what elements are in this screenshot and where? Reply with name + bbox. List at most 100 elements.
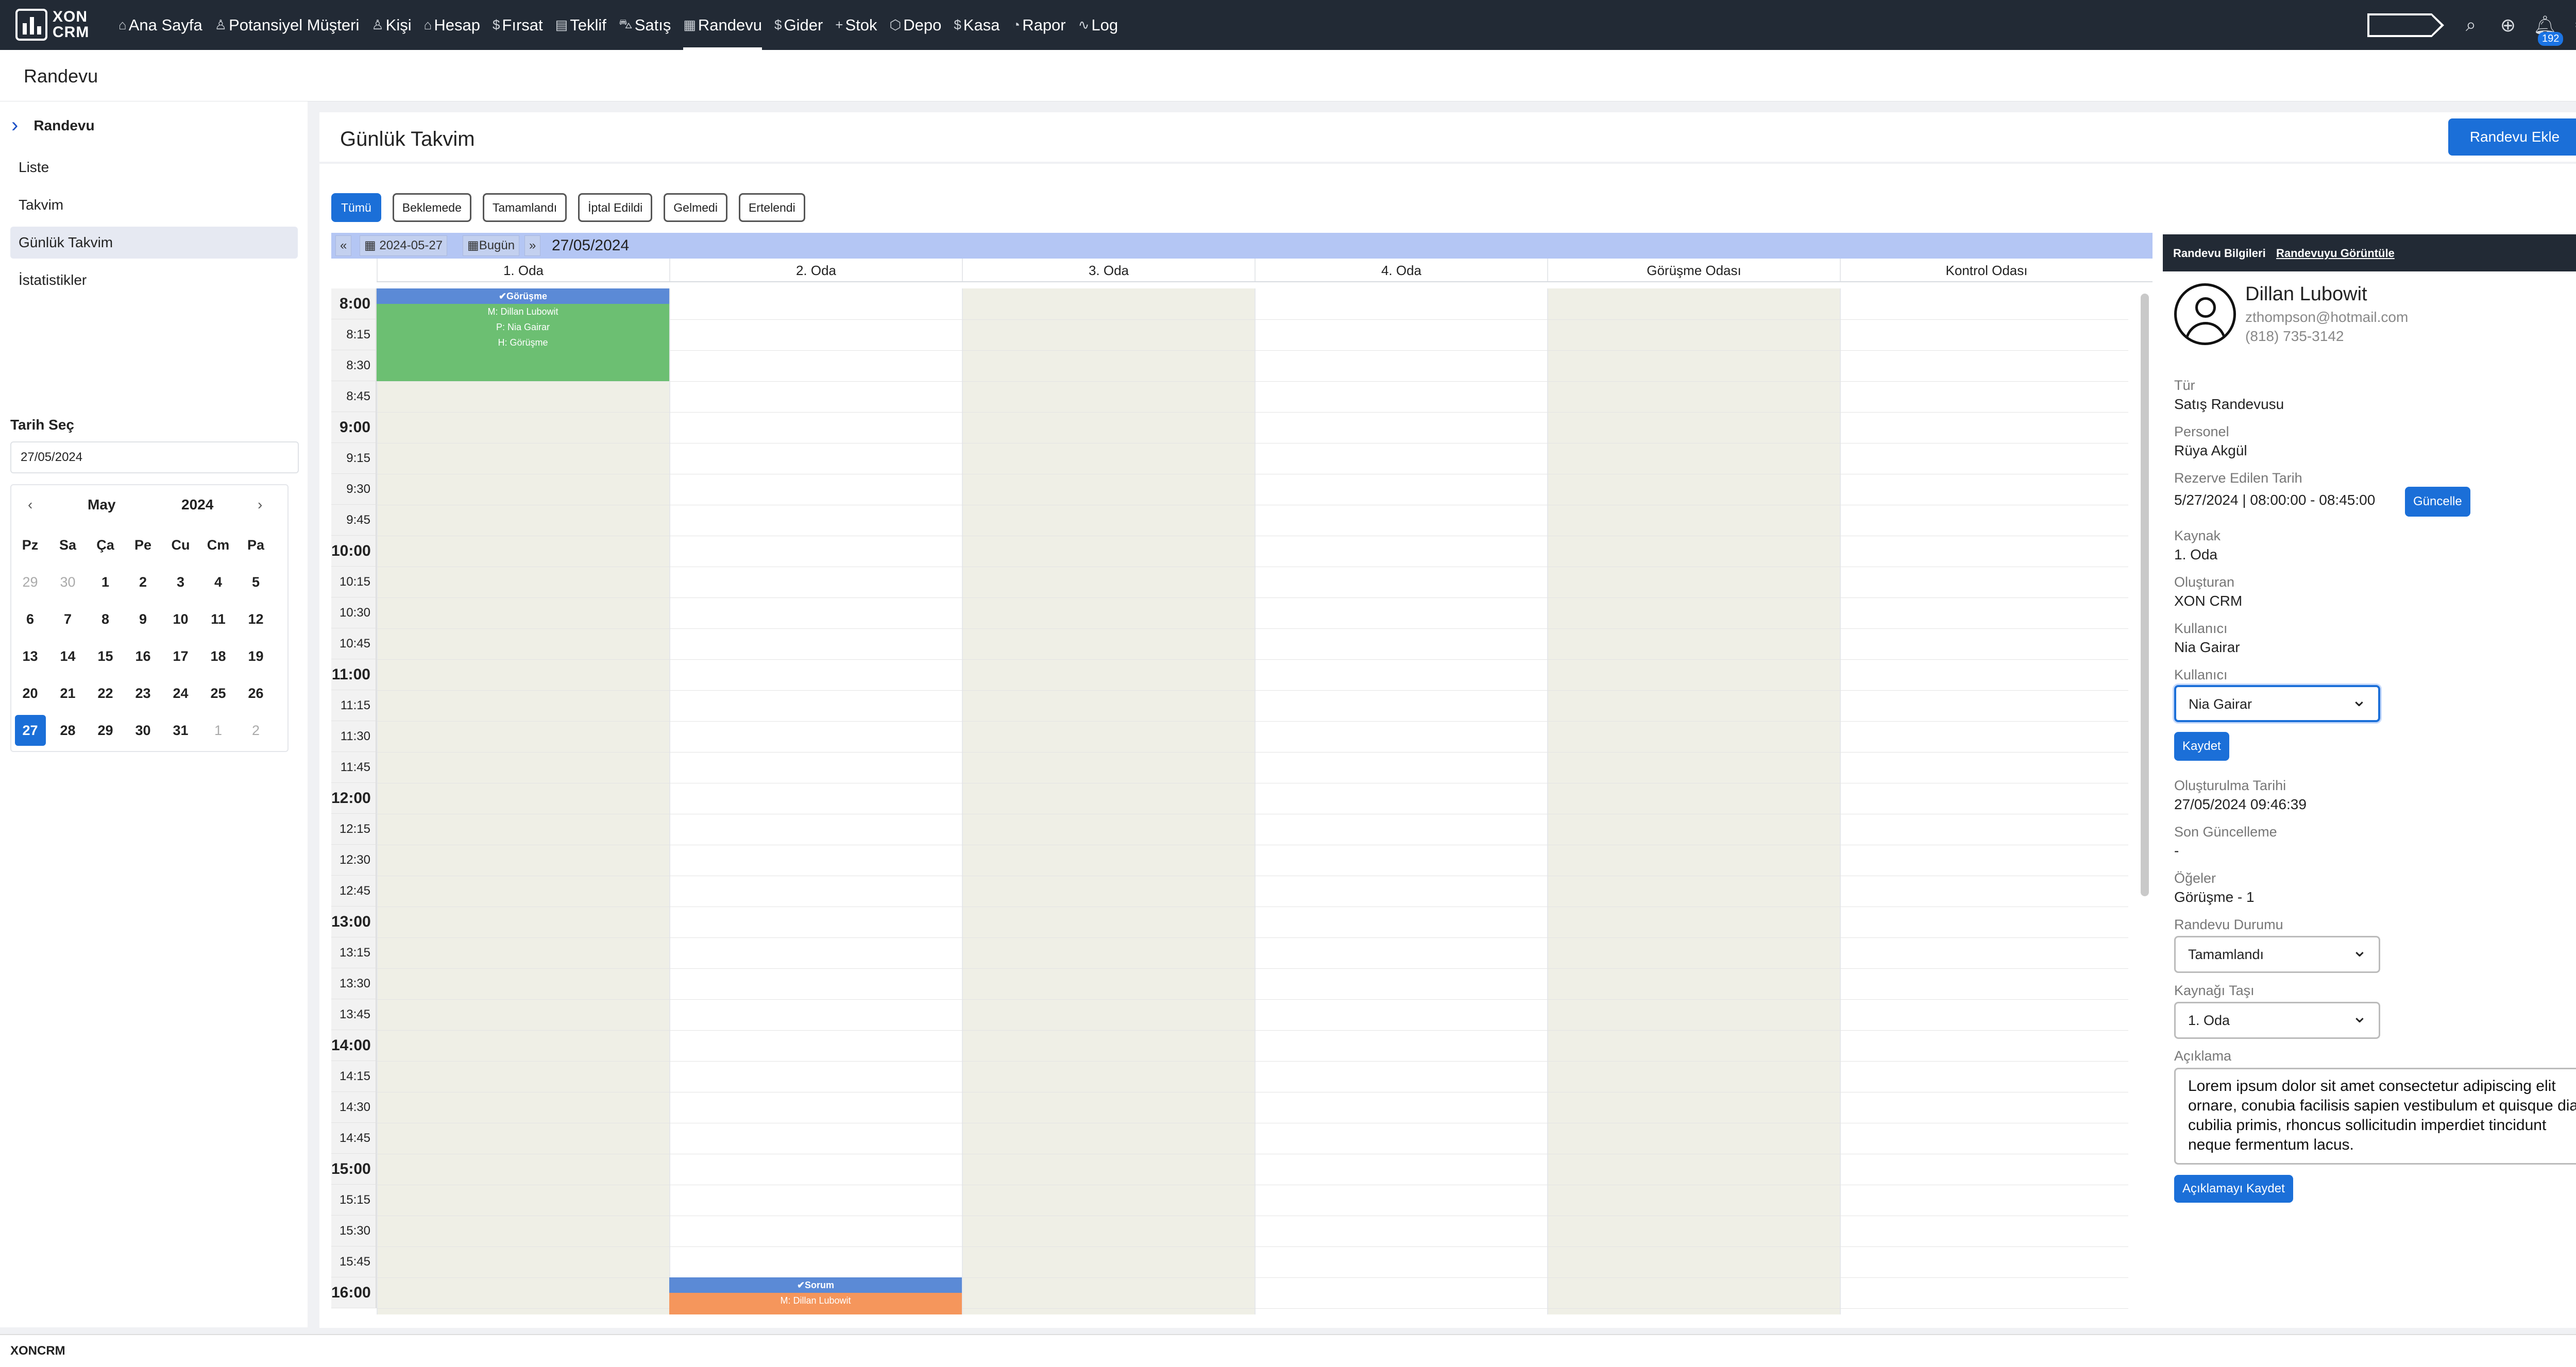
sidebar-header[interactable]: › Randevu [11, 114, 95, 137]
calendar-day[interactable]: 12 [237, 611, 275, 627]
nav-stok[interactable]: + Stok [829, 0, 883, 50]
next-day-button[interactable]: » [524, 235, 541, 256]
nav-rapor[interactable]: ◔ Rapor [1006, 0, 1072, 50]
status-select[interactable]: Tamamlandı [2174, 933, 2380, 973]
update-date-button[interactable]: Güncelle [2405, 487, 2470, 517]
room-column[interactable] [377, 288, 669, 1314]
bell-icon[interactable]: 🔔︎ 192 [2527, 14, 2564, 46]
arrow-banner-icon[interactable] [2367, 13, 2444, 37]
room-column[interactable] [1255, 288, 1547, 1314]
calendar-day[interactable]: 29 [87, 723, 124, 739]
room-header: Görüşme Odası [1547, 259, 1840, 281]
filter-button[interactable]: Gelmedi [664, 193, 727, 222]
calendar-day[interactable]: 15 [87, 648, 124, 664]
schedule-scrollbar[interactable] [2141, 294, 2149, 896]
calendar-day[interactable]: 14 [49, 648, 87, 664]
appointment-event[interactable]: ✔Görüşme M: Dillan Lubowit P: Nia Gairar H:… [377, 288, 669, 381]
sidebar-item-istatistikler[interactable]: İstatistikler [10, 264, 298, 296]
user-select[interactable]: Nia Gairar [2174, 683, 2380, 722]
calendar-day[interactable]: 17 [162, 648, 199, 664]
calendar-day[interactable]: 3 [162, 574, 199, 590]
add-appointment-button[interactable]: Randevu Ekle [2448, 118, 2576, 156]
sidebar-item-gunluk-takvim[interactable]: Günlük Takvim [10, 227, 298, 259]
calendar-day[interactable]: 20 [11, 686, 49, 702]
calendar-day[interactable]: 25 [199, 686, 237, 702]
calendar-day-label: 8 [101, 611, 110, 627]
calendar-day[interactable]: 5 [237, 574, 275, 590]
filter-button[interactable]: Tamamlandı [482, 193, 567, 222]
calendar-day[interactable]: 30 [124, 723, 162, 739]
nav-potansiyel-müşteri[interactable]: ♙ Potansiyel Müşteri [209, 0, 366, 50]
sidebar-item-liste[interactable]: Liste [10, 151, 298, 183]
calendar-day[interactable]: 24 [162, 686, 199, 702]
nav-hesap[interactable]: ⌂ Hesap [418, 0, 486, 50]
calendar-day[interactable]: 1 [87, 574, 124, 590]
calendar-day[interactable]: 30 [49, 574, 87, 590]
calendar-day[interactable]: 8 [87, 611, 124, 627]
calendar-day[interactable]: 29 [11, 574, 49, 590]
calendar-day[interactable]: 28 [49, 723, 87, 739]
prev-month-icon[interactable]: ‹ [28, 497, 32, 513]
next-month-icon[interactable]: › [258, 497, 262, 513]
nav-kasa[interactable]: $ Kasa [947, 0, 1006, 50]
description-textarea[interactable]: Lorem ipsum dolor sit amet consectetur a… [2174, 1068, 2576, 1165]
calendar-year[interactable]: 2024 [181, 497, 213, 513]
calendar-day[interactable]: 23 [124, 686, 162, 702]
room-column[interactable] [1547, 288, 1840, 1314]
room-column[interactable] [1840, 288, 2132, 1314]
calendar-day[interactable]: 2 [237, 723, 275, 739]
calendar-day[interactable]: 18 [199, 648, 237, 664]
nav-randevu[interactable]: ▦ Randevu [677, 0, 768, 50]
nav-kişi[interactable]: ♙ Kişi [365, 0, 417, 50]
calendar-day[interactable]: 22 [87, 686, 124, 702]
room-column[interactable] [962, 288, 1255, 1314]
time-slot-label: 9:15 [331, 443, 377, 474]
calendar-day[interactable]: 7 [49, 611, 87, 627]
save-description-button[interactable]: Açıklamayı Kaydet [2174, 1175, 2293, 1203]
nav-depo[interactable]: ⬡ Depo [884, 0, 948, 50]
detail-header: Randevu Bilgileri Randevuyu Görüntüle × [2163, 234, 2576, 271]
filter-button[interactable]: Tümü [331, 193, 381, 222]
today-button[interactable]: ▦Bugün [463, 235, 520, 256]
calendar-day[interactable]: 4 [199, 574, 237, 590]
move-source-select[interactable]: 1. Oda [2174, 999, 2380, 1039]
filter-button[interactable]: İptal Edildi [578, 193, 653, 222]
search-icon[interactable]: ⌕ [2452, 14, 2489, 36]
nav-ana-sayfa[interactable]: ⌂ Ana Sayfa [112, 0, 209, 50]
calendar-day[interactable]: 6 [11, 611, 49, 627]
page-title: Randevu [24, 65, 98, 87]
calendar-day[interactable]: 26 [237, 686, 275, 702]
app-logo[interactable]: XON CRM [15, 5, 89, 44]
add-circle-icon[interactable]: ⊕ [2489, 14, 2527, 36]
nav-fırsat[interactable]: $ Fırsat [486, 0, 549, 50]
save-user-button[interactable]: Kaydet [2174, 732, 2229, 761]
nav-satış[interactable]: ⛍ Satış [613, 0, 677, 50]
view-appointment-link[interactable]: Randevuyu Görüntüle [2276, 247, 2395, 260]
calendar-day[interactable]: 16 [124, 648, 162, 664]
date-picker-button[interactable]: ▦ 2024-05-27 [360, 235, 448, 256]
customer-name: Dillan Lubowit [2245, 283, 2367, 305]
room-column[interactable] [669, 288, 962, 1314]
filter-button[interactable]: Beklemede [392, 193, 471, 222]
calendar-day[interactable]: 27 [11, 715, 49, 746]
nav-teklif[interactable]: ▤ Teklif [549, 0, 613, 50]
calendar-day[interactable]: 2 [124, 574, 162, 590]
sidebar-item-takvim[interactable]: Takvim [10, 189, 298, 221]
nav-gider[interactable]: $ Gider [768, 0, 829, 50]
calendar-day[interactable]: 31 [162, 723, 199, 739]
calendar-day[interactable]: 9 [124, 611, 162, 627]
calendar-month[interactable]: May [88, 497, 115, 513]
appointment-event[interactable]: ✔Sorum M: Dillan Lubowit [669, 1277, 962, 1314]
calendar-day[interactable]: 1 [199, 723, 237, 739]
calendar-day[interactable]: 21 [49, 686, 87, 702]
calendar-day[interactable]: 11 [199, 611, 237, 627]
calendar-day[interactable]: 13 [11, 648, 49, 664]
calendar-day[interactable]: 10 [162, 611, 199, 627]
gear-icon[interactable]: ⚙ [2564, 14, 2576, 36]
date-input[interactable]: 27/05/2024 [10, 441, 299, 473]
calendar-day[interactable]: 19 [237, 648, 275, 664]
nav-log[interactable]: ∿ Log [1072, 0, 1125, 50]
filter-button[interactable]: Ertelendi [738, 193, 805, 222]
prev-day-button[interactable]: « [335, 235, 352, 256]
main-title-bar: Günlük Takvim Randevu Ekle [319, 112, 2576, 164]
